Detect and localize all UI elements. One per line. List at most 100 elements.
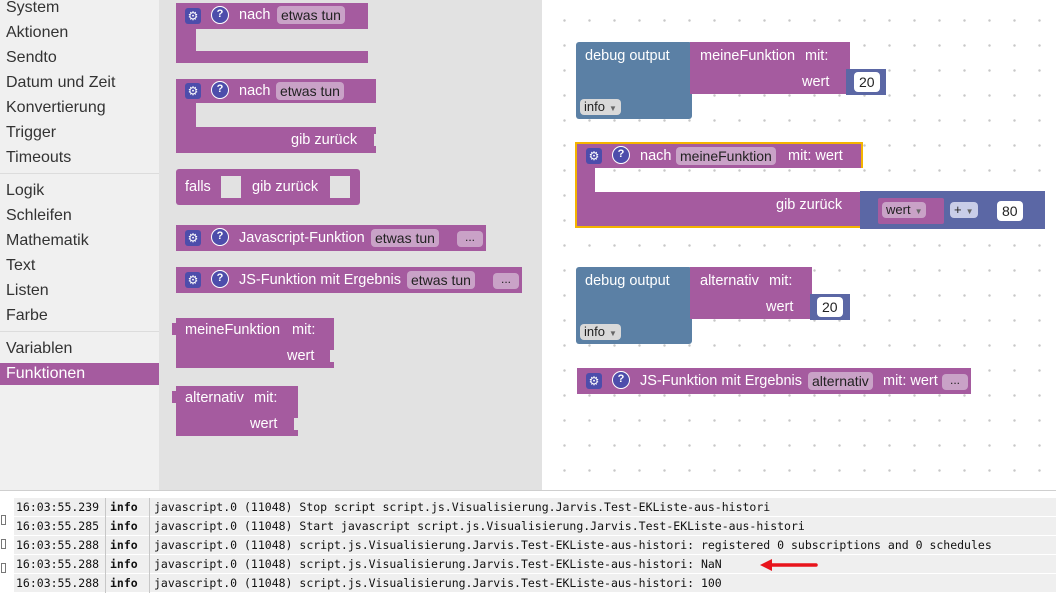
- log-message: javascript.0 (11048) script.js.Visualisi…: [154, 538, 992, 552]
- category-konvertierung[interactable]: Konvertierung: [0, 97, 159, 119]
- edit-code-button[interactable]: ...: [493, 273, 519, 289]
- toolbox-category-list: System Aktionen Sendto Datum und Zeit Ko…: [0, 0, 159, 490]
- category-separator: [0, 331, 159, 332]
- number-field[interactable]: 20: [854, 72, 880, 92]
- gear-icon[interactable]: ⚙: [185, 8, 201, 24]
- log-level: info: [110, 576, 138, 590]
- category-separator: [0, 173, 159, 174]
- debug-output-label: debug output: [585, 48, 670, 64]
- call-name-label: alternativ: [700, 273, 759, 289]
- log-message: javascript.0 (11048) script.js.Visualisi…: [154, 557, 722, 571]
- help-icon[interactable]: ?: [211, 81, 229, 99]
- gear-icon[interactable]: ⚙: [185, 272, 201, 288]
- category-listen[interactable]: Listen: [0, 280, 159, 302]
- value-input-notch: [294, 418, 298, 430]
- with-label: mit:: [292, 322, 316, 338]
- variable-dropdown[interactable]: wert ▼: [882, 202, 927, 218]
- operator-dropdown[interactable]: + ▼: [950, 202, 978, 218]
- param-label: wert: [287, 348, 315, 364]
- param-label: wert: [766, 299, 794, 315]
- param-label: wert: [250, 416, 278, 432]
- return-label: gib zurück: [291, 132, 358, 148]
- block-label: nach: [640, 148, 672, 164]
- log-side-icon[interactable]: [1, 539, 6, 549]
- category-farbe[interactable]: Farbe: [0, 305, 159, 327]
- category-sendto[interactable]: Sendto: [0, 47, 159, 69]
- with-label: mit:: [805, 48, 829, 64]
- return-label: gib zurück: [776, 197, 843, 213]
- call-name-label: meineFunktion: [185, 322, 281, 338]
- log-time: 16:03:55.288: [16, 538, 100, 552]
- value-input-notch: [330, 350, 334, 362]
- help-icon[interactable]: ?: [612, 146, 630, 164]
- block-label: Javascript-Funktion: [239, 230, 365, 246]
- log-time: 16:03:55.288: [16, 576, 100, 590]
- block-label: nach: [239, 83, 271, 99]
- output-plug: [172, 391, 176, 403]
- log-row: 16:03:55.288 info javascript.0 (11048) s…: [14, 555, 1056, 574]
- log-row: 16:03:55.288 info javascript.0 (11048) s…: [14, 574, 1056, 593]
- function-name-field[interactable]: etwas tun: [276, 82, 344, 100]
- number-field[interactable]: 20: [817, 297, 843, 317]
- category-aktionen[interactable]: Aktionen: [0, 22, 159, 44]
- category-variablen[interactable]: Variablen: [0, 338, 159, 360]
- log-side-icon[interactable]: [1, 563, 6, 573]
- log-message: javascript.0 (11048) Start javascript sc…: [154, 519, 805, 533]
- log-level-dropdown[interactable]: info ▼: [580, 99, 621, 115]
- function-name-field[interactable]: meineFunktion: [676, 147, 776, 165]
- block-label: nach: [239, 7, 271, 23]
- gear-icon[interactable]: ⚙: [185, 83, 201, 99]
- log-panel: 16:03:55.239 info javascript.0 (11048) S…: [0, 490, 1056, 596]
- log-time: 16:03:55.239: [16, 500, 100, 514]
- with-label: mit:: [254, 390, 278, 406]
- category-timeouts[interactable]: Timeouts: [0, 147, 159, 169]
- help-icon[interactable]: ?: [211, 6, 229, 24]
- block-flyout: ⚙ ? nach etwas tun ⚙ ? nach etwas tun gi…: [159, 0, 542, 490]
- call-name-label: meineFunktion: [700, 48, 796, 64]
- params-label: mit: wert: [788, 148, 843, 164]
- function-name-field[interactable]: etwas tun: [371, 229, 439, 247]
- help-icon[interactable]: ?: [211, 270, 229, 288]
- gear-icon[interactable]: ⚙: [586, 148, 602, 164]
- help-icon[interactable]: ?: [211, 228, 229, 246]
- category-mathematik[interactable]: Mathematik: [0, 230, 159, 252]
- with-label: mit:: [769, 273, 793, 289]
- output-plug: [172, 323, 176, 335]
- function-name-field[interactable]: alternativ: [808, 372, 873, 390]
- param-label: wert: [802, 74, 830, 90]
- log-side-icon[interactable]: [1, 515, 6, 525]
- category-schleifen[interactable]: Schleifen: [0, 205, 159, 227]
- function-name-field[interactable]: etwas tun: [407, 271, 475, 289]
- log-level-dropdown[interactable]: info ▼: [580, 324, 621, 340]
- category-funktionen[interactable]: Funktionen: [0, 363, 159, 385]
- category-logik[interactable]: Logik: [0, 180, 159, 202]
- gear-icon[interactable]: ⚙: [185, 230, 201, 246]
- blockly-workspace[interactable]: debug output info ▼ meineFunktion mit: we…: [542, 0, 1056, 490]
- function-name-field[interactable]: etwas tun: [277, 6, 345, 24]
- number-field[interactable]: 80: [997, 201, 1023, 221]
- category-text[interactable]: Text: [0, 255, 159, 277]
- log-level: info: [110, 538, 138, 552]
- log-message: javascript.0 (11048) script.js.Visualisi…: [154, 576, 722, 590]
- category-system[interactable]: System: [0, 0, 159, 19]
- log-time: 16:03:55.288: [16, 557, 100, 571]
- edit-code-button[interactable]: ...: [942, 374, 968, 390]
- return-label: gib zurück: [252, 179, 319, 195]
- log-level: info: [110, 557, 138, 571]
- debug-output-label: debug output: [585, 273, 670, 289]
- log-level: info: [110, 500, 138, 514]
- if-label: falls: [185, 179, 211, 195]
- value-input-notch: [374, 134, 378, 146]
- call-name-label: alternativ: [185, 390, 244, 406]
- log-row: 16:03:55.285 info javascript.0 (11048) S…: [14, 517, 1056, 536]
- category-trigger[interactable]: Trigger: [0, 122, 159, 144]
- params-label: mit: wert: [883, 373, 938, 389]
- log-row: 16:03:55.239 info javascript.0 (11048) S…: [14, 498, 1056, 517]
- log-level: info: [110, 519, 138, 533]
- edit-code-button[interactable]: ...: [457, 231, 483, 247]
- log-row: 16:03:55.288 info javascript.0 (11048) s…: [14, 536, 1056, 555]
- log-time: 16:03:55.285: [16, 519, 100, 533]
- help-icon[interactable]: ?: [612, 371, 630, 389]
- gear-icon[interactable]: ⚙: [586, 373, 602, 389]
- category-datum-und-zeit[interactable]: Datum und Zeit: [0, 72, 159, 94]
